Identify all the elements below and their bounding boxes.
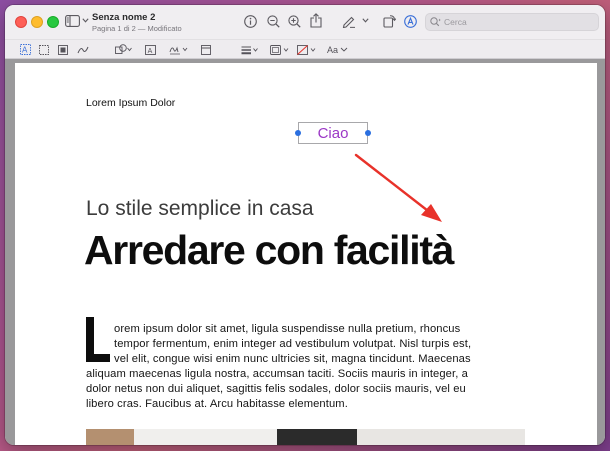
text-selection-icon[interactable]: A <box>20 43 31 56</box>
preview-window: Senza nome 2 Pagina 1 di 2 — Modificato <box>5 5 605 445</box>
page-image <box>134 429 277 445</box>
svg-text:A: A <box>148 47 153 54</box>
search-icon <box>430 17 441 27</box>
text-style-icon[interactable]: Aa <box>327 43 348 56</box>
page-image <box>86 429 134 445</box>
sketch-icon[interactable] <box>77 43 89 56</box>
border-color-icon[interactable] <box>270 43 290 56</box>
search-field[interactable] <box>425 13 599 31</box>
shape-style-icon[interactable] <box>241 43 259 56</box>
body-text-line: tempor fermentum, enim integer ad vestib… <box>114 338 472 350</box>
chevron-down-icon[interactable] <box>362 18 369 23</box>
document-subtitle: Lo stile semplice in casa <box>86 197 314 220</box>
text-box-icon[interactable]: A <box>145 43 156 56</box>
document-headline: Arredare con facilità <box>84 227 454 273</box>
zoom-button[interactable] <box>47 16 59 28</box>
zoom-in-icon[interactable] <box>288 15 301 28</box>
markup-toolbar: A A Aa <box>5 39 605 59</box>
fill-color-icon[interactable] <box>297 43 317 56</box>
body-text-line: libero cras. Faucibus at. Arcu habitasse… <box>86 398 348 410</box>
body-text-line: orem ipsum dolor sit amet, ligula suspen… <box>114 323 461 335</box>
rotate-icon[interactable] <box>383 14 396 28</box>
redact-icon[interactable] <box>58 43 68 56</box>
body-text-line: aliquam maecenas ligula nostra, accumsan… <box>86 368 468 380</box>
close-button[interactable] <box>15 16 27 28</box>
document-page[interactable]: Lorem Ipsum Dolor Ciao Lo stile semplice… <box>15 63 597 445</box>
share-icon[interactable] <box>310 13 322 28</box>
markup-circle-icon[interactable] <box>404 15 417 28</box>
minimize-button[interactable] <box>31 16 43 28</box>
zoom-out-icon[interactable] <box>267 15 280 28</box>
svg-text:A: A <box>22 46 28 55</box>
markup-pen-icon[interactable] <box>342 15 356 28</box>
page-image <box>277 429 357 445</box>
drop-cap-letter <box>86 317 110 362</box>
shapes-icon[interactable] <box>115 43 133 56</box>
page-image <box>357 429 525 445</box>
search-input[interactable] <box>444 14 594 30</box>
document-viewer[interactable]: Lorem Ipsum Dolor Ciao Lo stile semplice… <box>5 59 605 445</box>
sidebar-icon[interactable] <box>65 15 80 27</box>
chevron-down-icon[interactable] <box>82 18 89 23</box>
note-icon[interactable] <box>201 43 211 56</box>
info-icon[interactable] <box>244 15 257 28</box>
body-text-line: dolor netus non dui aliquet, sagittis fe… <box>86 383 466 395</box>
document-status: Pagina 1 di 2 — Modificato <box>92 24 182 33</box>
title-bar: Senza nome 2 Pagina 1 di 2 — Modificato <box>5 5 605 39</box>
rect-selection-icon[interactable] <box>39 43 49 56</box>
text-style-label: Aa <box>327 44 339 55</box>
document-title: Senza nome 2 <box>92 12 156 23</box>
body-text-line: vel elit, congue wisi enim nunc ultricie… <box>114 353 471 365</box>
signature-icon[interactable] <box>169 43 189 56</box>
